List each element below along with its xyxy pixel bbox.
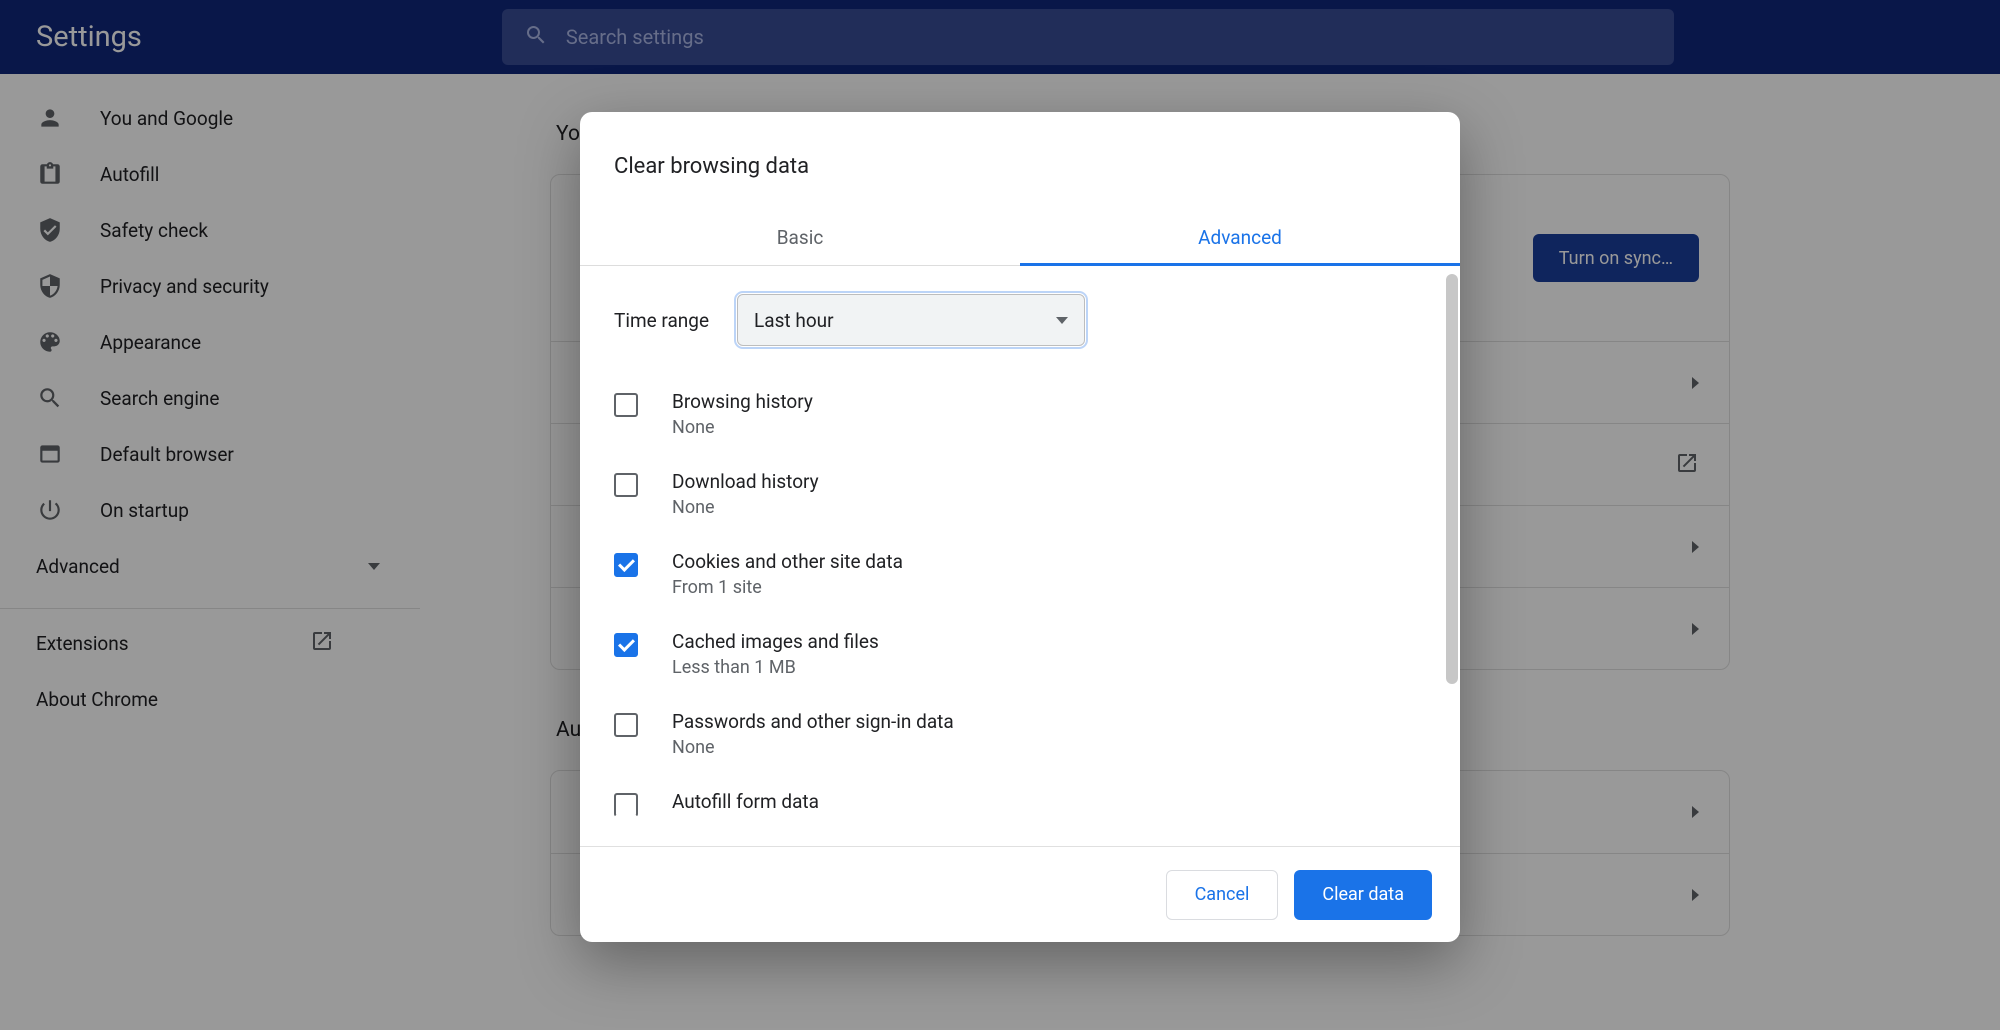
option-sub: Less than 1 MB <box>672 657 879 678</box>
time-range-dropdown[interactable]: Last hour <box>737 294 1085 346</box>
clear-data-button[interactable]: Clear data <box>1294 870 1432 920</box>
option-browsing-history[interactable]: Browsing history None <box>614 374 1426 454</box>
option-title: Passwords and other sign-in data <box>672 710 954 733</box>
chevron-down-icon <box>1056 317 1068 324</box>
clear-browsing-data-dialog: Clear browsing data Basic Advanced Time … <box>580 112 1460 942</box>
dialog-footer: Cancel Clear data <box>580 846 1460 942</box>
option-title: Cookies and other site data <box>672 550 903 573</box>
tab-advanced[interactable]: Advanced <box>1020 209 1460 265</box>
option-download-history[interactable]: Download history None <box>614 454 1426 534</box>
option-sub: None <box>672 497 819 518</box>
option-cookies[interactable]: Cookies and other site data From 1 site <box>614 534 1426 614</box>
scrollbar[interactable] <box>1446 274 1458 684</box>
option-sub: None <box>672 417 813 438</box>
option-sub: From 1 site <box>672 577 903 598</box>
option-title: Browsing history <box>672 390 813 413</box>
checkbox[interactable] <box>614 393 638 417</box>
option-title: Autofill form data <box>672 790 819 813</box>
option-title: Download history <box>672 470 819 493</box>
option-sub: None <box>672 737 954 758</box>
option-autofill-form-data[interactable]: Autofill form data <box>614 774 1426 833</box>
checkbox[interactable] <box>614 633 638 657</box>
time-range-label: Time range <box>614 309 709 332</box>
option-title: Cached images and files <box>672 630 879 653</box>
checkbox[interactable] <box>614 793 638 817</box>
checkbox[interactable] <box>614 473 638 497</box>
cancel-button[interactable]: Cancel <box>1166 870 1279 920</box>
option-passwords[interactable]: Passwords and other sign-in data None <box>614 694 1426 774</box>
checkbox[interactable] <box>614 713 638 737</box>
dropdown-value: Last hour <box>754 309 834 332</box>
tab-basic[interactable]: Basic <box>580 209 1020 265</box>
time-range-row: Time range Last hour <box>614 294 1426 346</box>
option-cached-images[interactable]: Cached images and files Less than 1 MB <box>614 614 1426 694</box>
dialog-body: Time range Last hour Browsing history No… <box>580 266 1460 846</box>
dialog-tabs: Basic Advanced <box>580 209 1460 266</box>
checkbox[interactable] <box>614 553 638 577</box>
dialog-title: Clear browsing data <box>580 112 1460 209</box>
